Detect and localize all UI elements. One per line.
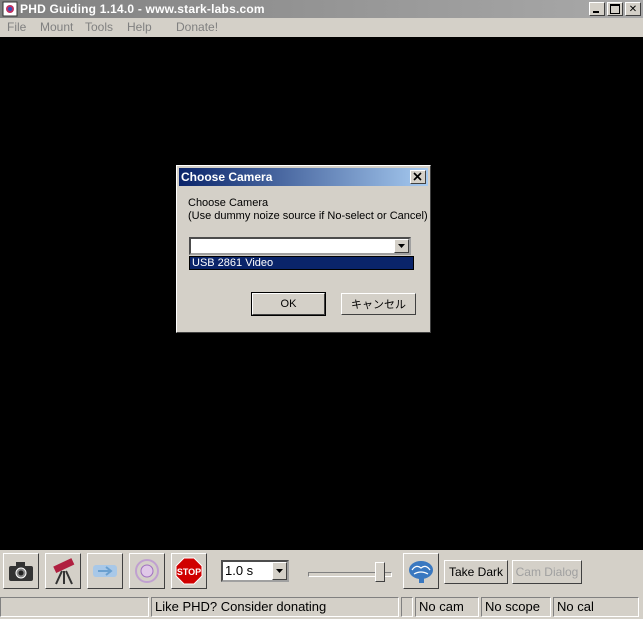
menu-file[interactable]: File [7, 20, 26, 34]
camera-dropdown-list: USB 2861 Video [189, 256, 414, 270]
dialog-close-button[interactable] [410, 170, 426, 184]
toolbar: STOP 1.0 s Take Dark Cam Dialog [0, 550, 643, 594]
camera-icon [9, 562, 33, 581]
camera-option[interactable]: USB 2861 Video [190, 257, 413, 269]
status-camera: No cam [415, 597, 479, 617]
dialog-titlebar[interactable]: Choose Camera [179, 168, 428, 186]
dialog-title: Choose Camera [181, 170, 273, 184]
brain-settings-button[interactable] [403, 553, 439, 589]
window-title: PHD Guiding 1.14.0 - www.stark-labs.com [20, 2, 265, 16]
maximize-button[interactable] [607, 2, 623, 16]
app-icon [2, 1, 18, 17]
status-pane-spacer [401, 597, 413, 617]
menu-tools[interactable]: Tools [85, 20, 113, 34]
chevron-down-icon [276, 569, 283, 573]
stop-button[interactable]: STOP [171, 553, 207, 589]
telescope-icon [53, 558, 75, 585]
dialog-message-line1: Choose Camera [188, 197, 269, 209]
menu-donate[interactable]: Donate! [176, 20, 218, 34]
scope-connect-button[interactable] [45, 553, 81, 589]
close-button[interactable]: ✕ [625, 2, 641, 16]
status-message: Like PHD? Consider donating [151, 597, 399, 617]
minimize-icon [593, 11, 599, 13]
combo-dropdown-button[interactable] [394, 239, 409, 253]
menu-help[interactable]: Help [127, 20, 152, 34]
guide-button[interactable] [129, 553, 165, 589]
camera-combo[interactable] [189, 237, 411, 255]
minimize-button[interactable] [589, 2, 605, 16]
window-titlebar[interactable]: PHD Guiding 1.14.0 - www.stark-labs.com … [0, 0, 643, 18]
menubar: File Mount Tools Help Donate! [0, 18, 643, 37]
status-calibration: No cal [553, 597, 639, 617]
maximize-icon [610, 4, 620, 14]
statusbar: Like PHD? Consider donating No cam No sc… [0, 596, 643, 618]
loop-exposure-button[interactable] [87, 553, 123, 589]
chevron-down-icon [398, 244, 405, 248]
stop-icon: STOP [175, 557, 203, 585]
loop-icon [93, 565, 117, 577]
guide-icon [135, 559, 159, 583]
exposure-dropdown-button[interactable] [272, 562, 287, 580]
cancel-button[interactable]: キャンセル [341, 293, 416, 315]
dialog-message-line2: (Use dummy noize source if No-select or … [188, 210, 428, 222]
svg-text:STOP: STOP [177, 567, 201, 577]
status-scope: No scope [481, 597, 551, 617]
choose-camera-dialog: Choose Camera Choose Camera (Use dummy n… [176, 165, 431, 333]
menu-mount[interactable]: Mount [40, 20, 73, 34]
exposure-select[interactable]: 1.0 s [221, 560, 289, 582]
dialog-message: Choose Camera (Use dummy noize source if… [188, 197, 428, 223]
gain-slider-thumb[interactable] [374, 562, 385, 582]
camera-connect-button[interactable] [3, 553, 39, 589]
take-dark-button[interactable]: Take Dark [444, 560, 508, 584]
close-icon: ✕ [628, 3, 638, 15]
brain-icon [409, 561, 433, 583]
exposure-value: 1.0 s [225, 563, 254, 578]
status-pane-empty [0, 597, 149, 617]
ok-button[interactable]: OK [251, 292, 326, 316]
cam-dialog-button[interactable]: Cam Dialog [512, 560, 582, 584]
close-icon [413, 172, 422, 181]
